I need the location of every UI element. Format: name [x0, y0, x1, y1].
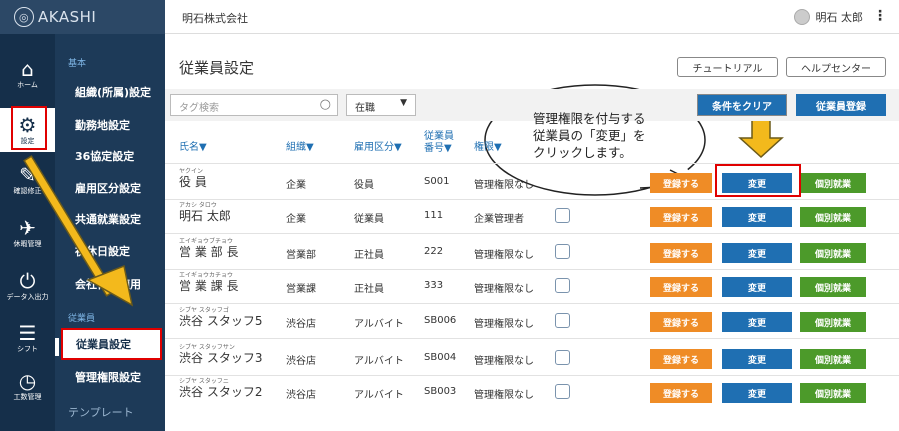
employee-name: 営 業 課 長 [179, 279, 239, 293]
register-employee-button[interactable]: 従業員登録 [796, 94, 886, 116]
callout-line-3: クリックします。 [533, 145, 632, 160]
employee-type: 正社員 [354, 284, 384, 295]
employee-org: 渋谷店 [286, 356, 316, 367]
register-button[interactable]: 登録する [650, 277, 712, 297]
help-center-button[interactable]: ヘルプセンター [786, 57, 886, 77]
employee-name: 営 業 部 長 [179, 245, 239, 259]
individual-work-button[interactable]: 個別就業 [800, 243, 866, 263]
kebab-menu-icon[interactable]: ⋮ [873, 8, 887, 24]
employee-type: 役員 [354, 180, 374, 191]
row-divider [165, 338, 899, 339]
callout-line-1: 管理権限を付与する [533, 111, 646, 126]
row-checkbox[interactable] [555, 208, 570, 223]
register-button[interactable]: 登録する [650, 349, 712, 369]
employee-authority: 管理権限なし [474, 250, 534, 261]
caret-down-icon: ▼ [400, 98, 407, 108]
individual-work-button[interactable]: 個別就業 [800, 383, 866, 403]
employee-number: SB006 [424, 315, 457, 326]
row-divider [165, 375, 899, 376]
th-employee-number-line2: 番号▼ [424, 143, 452, 154]
employee-name: 役 員 [179, 175, 207, 189]
change-button[interactable]: 変更 [722, 243, 792, 263]
employee-number: SB004 [424, 352, 457, 363]
search-icon: ○ [319, 97, 331, 112]
th-org[interactable]: 組織▼ [286, 138, 314, 153]
employee-name: 渋谷 スタッフ2 [179, 385, 263, 399]
employee-number: 222 [424, 246, 444, 257]
th-employee-number[interactable]: 従業員 番号▼ [424, 131, 454, 155]
employee-authority: 企業管理者 [474, 214, 524, 225]
row-divider [165, 233, 899, 234]
page-title: 従業員設定 [179, 59, 255, 77]
change-button[interactable]: 変更 [722, 312, 792, 332]
clear-filter-button[interactable]: 条件をクリア [697, 94, 787, 116]
row-checkbox[interactable] [555, 384, 570, 399]
row-checkbox[interactable] [555, 350, 570, 365]
callout-line-2: 従業員の「変更」を [533, 128, 646, 143]
tutorial-button[interactable]: チュートリアル [677, 57, 778, 77]
employee-authority: 管理権限なし [474, 319, 534, 330]
row-checkbox[interactable] [555, 244, 570, 259]
employee-authority: 管理権限なし [474, 180, 534, 191]
th-employee-number-line1: 従業員 [424, 131, 454, 142]
register-button[interactable]: 登録する [650, 383, 712, 403]
register-button[interactable]: 登録する [650, 173, 712, 193]
change-button[interactable]: 変更 [722, 349, 792, 369]
employee-type: アルバイト [354, 390, 404, 401]
row-divider [165, 199, 899, 200]
change-button[interactable]: 変更 [722, 383, 792, 403]
status-select-value: 在職 [355, 103, 375, 114]
individual-work-button[interactable]: 個別就業 [800, 277, 866, 297]
employee-type: アルバイト [354, 356, 404, 367]
employee-org: 渋谷店 [286, 319, 316, 330]
tag-search-placeholder: タグ検索 [179, 103, 219, 114]
change-button[interactable]: 変更 [722, 277, 792, 297]
th-authority[interactable]: 権限▼ [474, 138, 502, 153]
individual-work-button[interactable]: 個別就業 [800, 349, 866, 369]
diagonal-arrow-icon [23, 155, 134, 307]
avatar [793, 9, 810, 25]
employee-number: 111 [424, 210, 444, 221]
change-button-highlight-frame [715, 164, 801, 197]
employee-org: 営業部 [286, 250, 316, 261]
employee-org: 企業 [286, 214, 306, 225]
employee-org: 企業 [286, 180, 306, 191]
row-checkbox[interactable] [555, 313, 570, 328]
employee-authority: 管理権限なし [474, 390, 534, 401]
top-header: 明石株式会社 明石 太郎 ⋮ [165, 0, 899, 34]
employee-type: アルバイト [354, 319, 404, 330]
status-select[interactable]: 在職 ▼ [346, 94, 416, 116]
register-button[interactable]: 登録する [650, 207, 712, 227]
employee-number: S001 [424, 176, 450, 187]
employee-authority: 管理権限なし [474, 356, 534, 367]
user-name: 明石 太郎 [815, 11, 864, 24]
employee-authority: 管理権限なし [474, 284, 534, 295]
individual-work-button[interactable]: 個別就業 [800, 173, 866, 193]
employee-number: 333 [424, 280, 444, 291]
employee-type: 従業員 [354, 214, 384, 225]
user-menu[interactable]: 明石 太郎 [793, 9, 864, 25]
tag-search-input[interactable]: タグ検索 ○ [170, 94, 338, 116]
employee-name: 渋谷 スタッフ5 [179, 314, 263, 328]
row-divider [165, 303, 899, 304]
employee-org: 渋谷店 [286, 390, 316, 401]
individual-work-button[interactable]: 個別就業 [800, 312, 866, 332]
employee-name: 渋谷 スタッフ3 [179, 351, 263, 365]
individual-work-button[interactable]: 個別就業 [800, 207, 866, 227]
employee-org: 営業課 [286, 284, 316, 295]
row-checkbox[interactable] [555, 278, 570, 293]
employee-type: 正社員 [354, 250, 384, 261]
row-divider [165, 269, 899, 270]
change-button[interactable]: 変更 [722, 207, 792, 227]
register-button[interactable]: 登録する [650, 312, 712, 332]
th-employment-type[interactable]: 雇用区分▼ [354, 138, 402, 153]
employee-name: 明石 太郎 [179, 209, 231, 223]
instruction-callout: 管理権限を付与する 従業員の「変更」を クリックします。 [533, 110, 673, 161]
th-name[interactable]: 氏名▼ [179, 138, 207, 153]
register-button[interactable]: 登録する [650, 243, 712, 263]
employee-number: SB003 [424, 386, 457, 397]
company-name: 明石株式会社 [182, 12, 248, 25]
